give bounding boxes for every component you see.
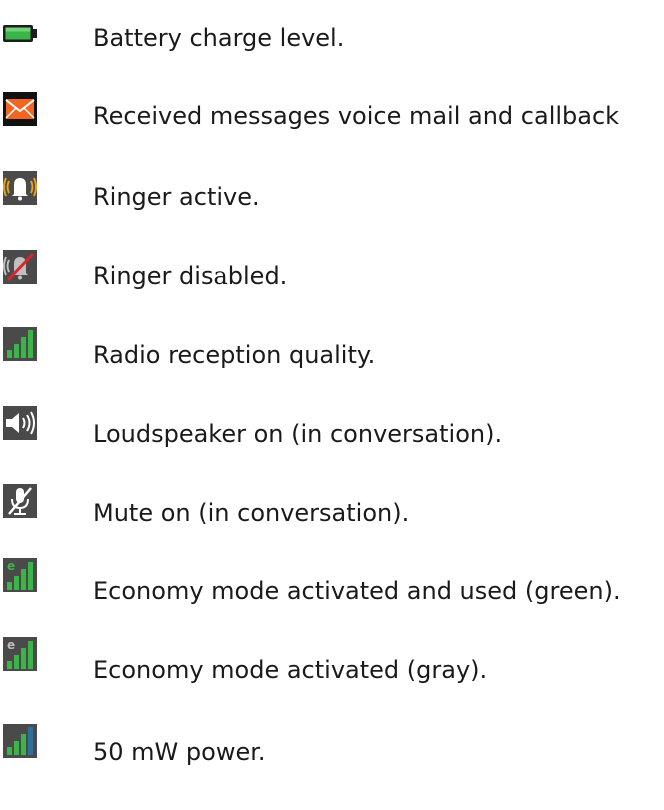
legend-label-ringer-active: Ringer active. [93,183,260,211]
speaker-icon [3,406,37,440]
legend-label-power: 50 mW power. [93,738,266,766]
legend-label-messages: Received messages voice mail and callbac… [93,102,620,130]
legend-row-battery: Battery charge level. [0,10,664,70]
legend-row-ringer-disabled: Ringer disabled. [0,246,664,306]
bell-ringing-icon [3,171,37,205]
legend-label-loudspeaker: Loudspeaker on (in conversation). [93,420,503,448]
legend-label-economy-green: Economy mode activated and used (green). [93,577,621,605]
signal-bars-icon [3,327,37,361]
svg-text:e: e [7,559,15,573]
legend-label-economy-gray: Economy mode activated (gray). [93,656,488,684]
legend-row-reception: Radio reception quality. [0,323,664,383]
legend-row-power: 50 mW power. [0,718,664,778]
envelope-icon [3,92,37,126]
legend-row-economy-green: e Economy mode activated and used (green… [0,558,664,618]
signal-economy-gray-icon: e [3,637,37,671]
bell-muted-icon [3,250,37,284]
signal-power-icon [3,724,37,758]
legend-row-mute: Mute on (in conversation). [0,481,664,541]
legend-label-mute: Mute on (in conversation). [93,499,410,527]
legend-row-economy-gray: e Economy mode activated (gray). [0,637,664,697]
legend-label-battery: Battery charge level. [93,24,345,52]
legend-row-loudspeaker: Loudspeaker on (in conversation). [0,402,664,462]
legend-row-ringer-active: Ringer active. [0,167,664,227]
legend-label-reception: Radio reception quality. [93,341,376,369]
signal-economy-green-icon: e [3,558,37,592]
battery-icon [3,16,37,50]
legend-label-ringer-disabled: Ringer disabled. [93,262,288,290]
mic-muted-icon [3,484,37,518]
svg-text:e: e [7,638,15,652]
legend-row-messages: Received messages voice mail and callbac… [0,88,664,148]
